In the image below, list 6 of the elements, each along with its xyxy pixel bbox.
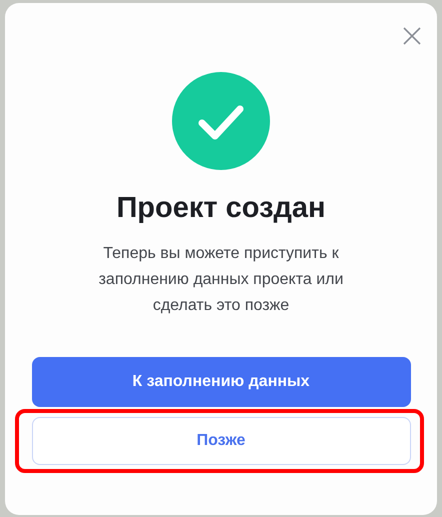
close-icon[interactable] — [403, 27, 421, 45]
primary-button[interactable]: К заполнению данных — [32, 357, 410, 407]
check-circle-icon — [172, 72, 270, 170]
dialog-message: Теперь вы можете приступить к заполнению данных проекта или сделать это позже — [98, 244, 344, 316]
later-button[interactable]: Позже — [32, 417, 410, 465]
dialog-title: Проект создан — [116, 191, 326, 226]
